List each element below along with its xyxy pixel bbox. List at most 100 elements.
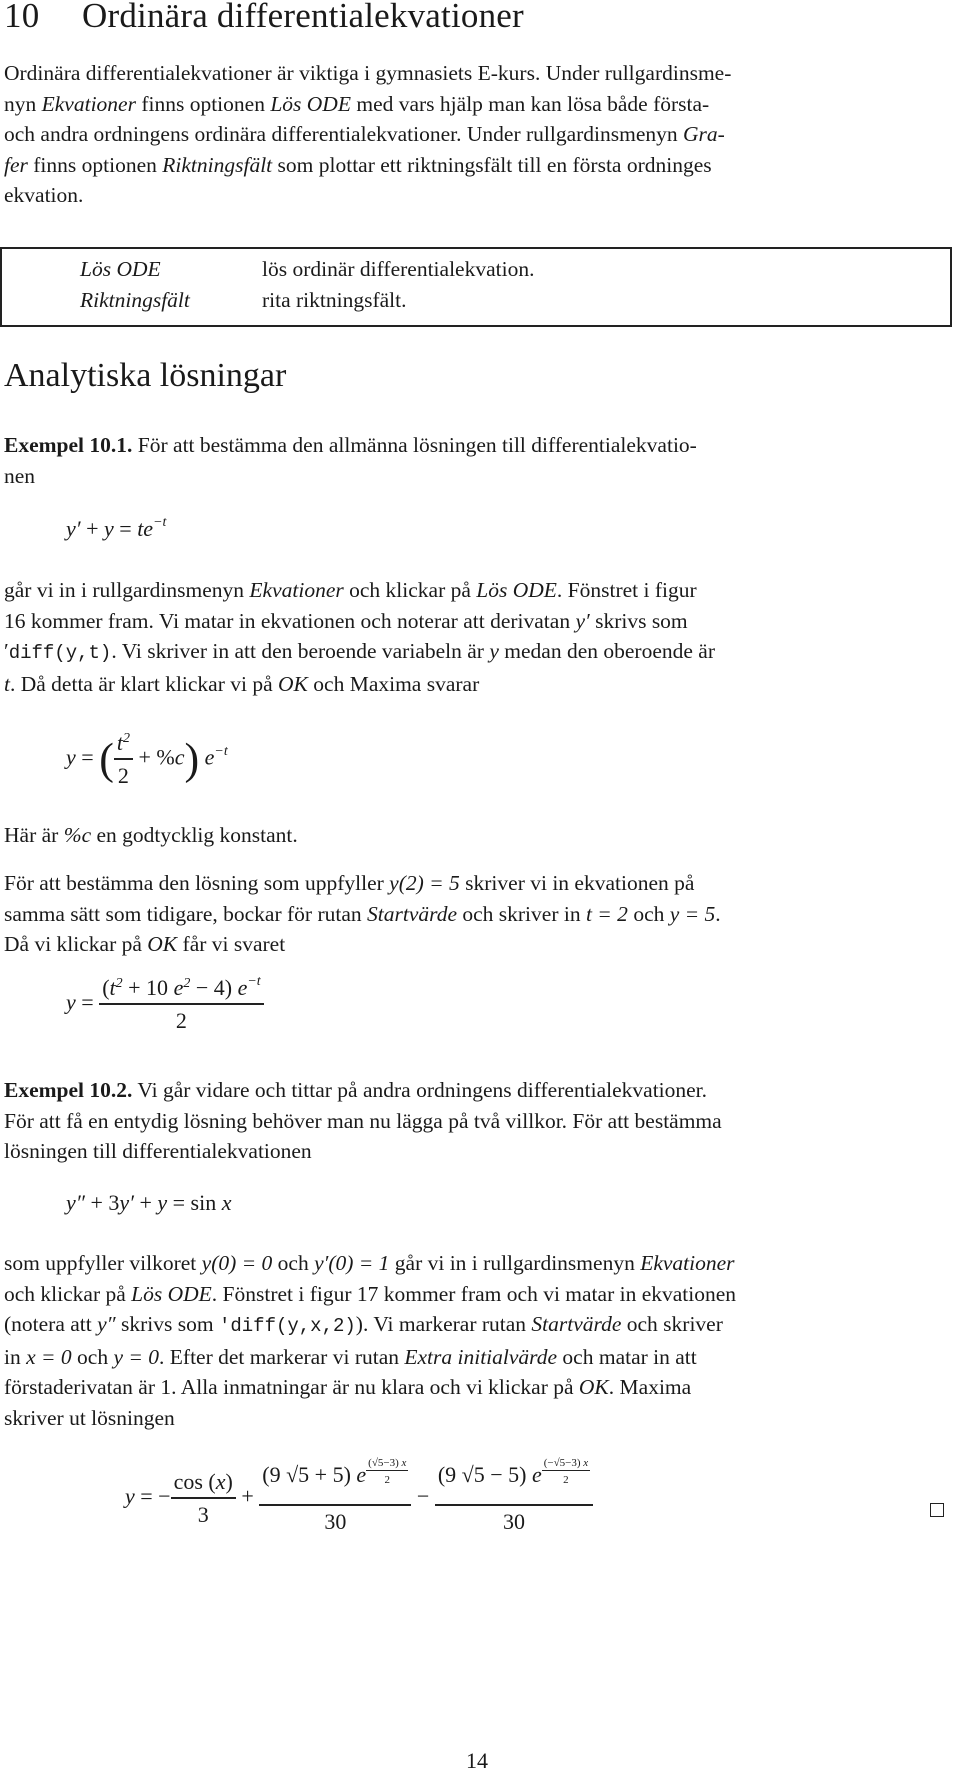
text: . bbox=[715, 901, 721, 926]
intro-line: Ordinära differentialekvationer är vikti… bbox=[4, 61, 732, 85]
text: och andra ordningens ordinära differenti… bbox=[4, 122, 684, 146]
math-inline: %c bbox=[63, 823, 92, 847]
text: som uppfyller vilkoret bbox=[4, 1251, 202, 1275]
example-label: Exempel 10.2. bbox=[4, 1078, 133, 1102]
text: och bbox=[627, 901, 670, 926]
math-inline: y″ bbox=[97, 1312, 116, 1336]
text: går vi in i rullgardinsmenyn bbox=[4, 578, 250, 602]
text: går vi in i rullgardinsmenyn bbox=[389, 1251, 641, 1275]
particular-solution: y = (t2 + 10 e2 − 4) e−t 2 bbox=[66, 974, 264, 1034]
checkbox-name: Startvärde bbox=[367, 901, 457, 926]
chapter-heading: 10 Ordinära differentialekvationer bbox=[4, 0, 524, 36]
text: finns optionen bbox=[135, 91, 271, 116]
text: in bbox=[4, 1344, 27, 1369]
math-inline: y′ bbox=[575, 608, 590, 633]
text: och skriver bbox=[621, 1312, 723, 1336]
button-name: OK bbox=[147, 932, 178, 956]
text: får vi svaret bbox=[177, 932, 286, 956]
general-solution: y = (t2 2 + %c) e−t bbox=[66, 730, 228, 788]
text: nyn bbox=[4, 91, 42, 116]
menu-name-ekvationer: Ekvationer bbox=[41, 91, 136, 116]
menu-name-grafer-cont: fer bbox=[4, 152, 28, 177]
text: . Vi skriver in att den beroende variabe… bbox=[111, 639, 490, 663]
text: skriver vi in ekvationen på bbox=[459, 871, 695, 895]
text: . Efter det markerar vi rutan bbox=[159, 1344, 405, 1369]
constant-note: Här är %c en godtycklig konstant. bbox=[4, 820, 954, 851]
text: nen bbox=[4, 463, 36, 488]
menu-option-description: rita riktningsfält. bbox=[262, 288, 407, 312]
menu-name-grafer: Gra- bbox=[683, 122, 725, 146]
intro-paragraph: Ordinära differentialekvationer är vikti… bbox=[4, 58, 954, 211]
example2-body: som uppfyller vilkoret y(0) = 0 och y′(0… bbox=[4, 1248, 954, 1433]
math-inline: y′(0) = 1 bbox=[314, 1251, 390, 1275]
chapter-number: 10 bbox=[4, 0, 40, 35]
text: medan den oberoende är bbox=[498, 639, 715, 663]
math-inline: x = 0 bbox=[26, 1344, 72, 1369]
menu-option-description: lös ordinär differentialekvation. bbox=[262, 257, 535, 281]
menu-option-row: Lös ODE lös ordinär differentialekvation. bbox=[80, 257, 534, 282]
text: som plottar ett riktningsfält till en fö… bbox=[272, 152, 712, 177]
text: skrivs som bbox=[115, 1312, 219, 1336]
example2-intro: Exempel 10.2. Vi går vidare och tittar p… bbox=[4, 1075, 954, 1167]
text: . Maxima bbox=[608, 1375, 692, 1399]
text: och skriver in bbox=[456, 901, 586, 926]
text: med vars hjälp man kan lösa både första- bbox=[350, 91, 710, 116]
option-name-riktningsfalt: Riktningsfält bbox=[162, 152, 273, 177]
text: samma sätt som tidigare, bockar för ruta… bbox=[4, 901, 368, 926]
text: För att bestämma den allmänna lösningen … bbox=[132, 433, 697, 457]
text: För att få en entydig lösning behöver ma… bbox=[4, 1108, 722, 1133]
button-name: OK bbox=[278, 671, 308, 696]
chapter-title: Ordinära differentialekvationer bbox=[82, 0, 524, 35]
option-name-los-ode: Lös ODE bbox=[270, 91, 351, 116]
text: skrivs som bbox=[589, 608, 688, 633]
math-inline: y(2) = 5 bbox=[389, 871, 460, 895]
text: . Fönstret i figur 17 kommer fram och vi… bbox=[211, 1281, 737, 1306]
text: en godtycklig konstant. bbox=[91, 823, 298, 847]
text: och Maxima svarar bbox=[307, 671, 480, 696]
document-page: 10 Ordinära differentialekvationer Ordinä… bbox=[0, 0, 960, 1788]
equation-second-order: y″ + 3y′ + y = sin x bbox=[66, 1190, 232, 1215]
option-name: Lös ODE bbox=[476, 578, 557, 602]
text: Vi går vidare och tittar på andra ordnin… bbox=[132, 1078, 708, 1102]
math-inline: y = 5 bbox=[669, 901, 716, 926]
example1-body: går vi in i rullgardinsmenyn Ekvationer … bbox=[4, 575, 954, 699]
menu-name: Ekvationer bbox=[640, 1251, 735, 1275]
text: och klickar på bbox=[4, 1281, 132, 1306]
menu-option-term: Lös ODE bbox=[80, 257, 161, 281]
text: (notera att bbox=[4, 1312, 98, 1336]
text: ). Vi markerar rutan bbox=[355, 1312, 532, 1336]
text: finns optionen bbox=[27, 152, 163, 177]
text: och klickar på bbox=[343, 578, 477, 602]
button-name: OK bbox=[578, 1375, 609, 1399]
menu-options-box: Lös ODE lös ordinär differentialekvation.… bbox=[0, 247, 952, 327]
section-heading: Analytiska lösningar bbox=[4, 357, 287, 394]
text: och bbox=[272, 1251, 315, 1275]
text: ekvation. bbox=[4, 183, 84, 207]
option-name: Lös ODE bbox=[131, 1281, 212, 1306]
math-inline: y bbox=[489, 639, 499, 663]
menu-option-term: Riktningsfält bbox=[80, 288, 190, 312]
math-inline: y(0) = 0 bbox=[201, 1251, 273, 1275]
text: lösningen till differentialekvationen bbox=[4, 1139, 312, 1163]
text: förstaderivatan är 1. Alla inmatningar ä… bbox=[4, 1375, 579, 1399]
text: . Fönstret i figur bbox=[556, 578, 697, 602]
qed-square-icon bbox=[930, 1503, 944, 1517]
text: skriver ut lösningen bbox=[4, 1405, 175, 1430]
math-inline: t = 2 bbox=[585, 901, 628, 926]
math-inline: y = 0 bbox=[113, 1344, 160, 1369]
text: och bbox=[71, 1344, 114, 1369]
text: och matar in att bbox=[557, 1344, 697, 1369]
example-label: Exempel 10.1. bbox=[4, 433, 133, 457]
initial-value-paragraph: För att bestämma den lösning som uppfyll… bbox=[4, 868, 954, 960]
text: 16 kommer fram. Vi matar in ekvationen o… bbox=[4, 608, 576, 633]
equation-first-order: y′ + y = te−t bbox=[66, 515, 167, 541]
code-inline: ′diff(y,x,2) bbox=[218, 1315, 356, 1337]
text: Då vi klickar på bbox=[4, 932, 148, 956]
checkbox-name: Startvärde bbox=[531, 1312, 622, 1336]
page-number: 14 bbox=[466, 1748, 488, 1773]
example1-intro: Exempel 10.1. För att bestämma den allmä… bbox=[4, 430, 954, 491]
code-inline: diff(y,t) bbox=[8, 642, 112, 664]
menu-option-row: Riktningsfält rita riktningsfält. bbox=[80, 288, 407, 313]
text: Här är bbox=[4, 823, 64, 847]
second-order-solution: y = − cos (x) 3 + (9 √5 + 5) e (√5−3) x 2 30 … bbox=[125, 1457, 594, 1535]
